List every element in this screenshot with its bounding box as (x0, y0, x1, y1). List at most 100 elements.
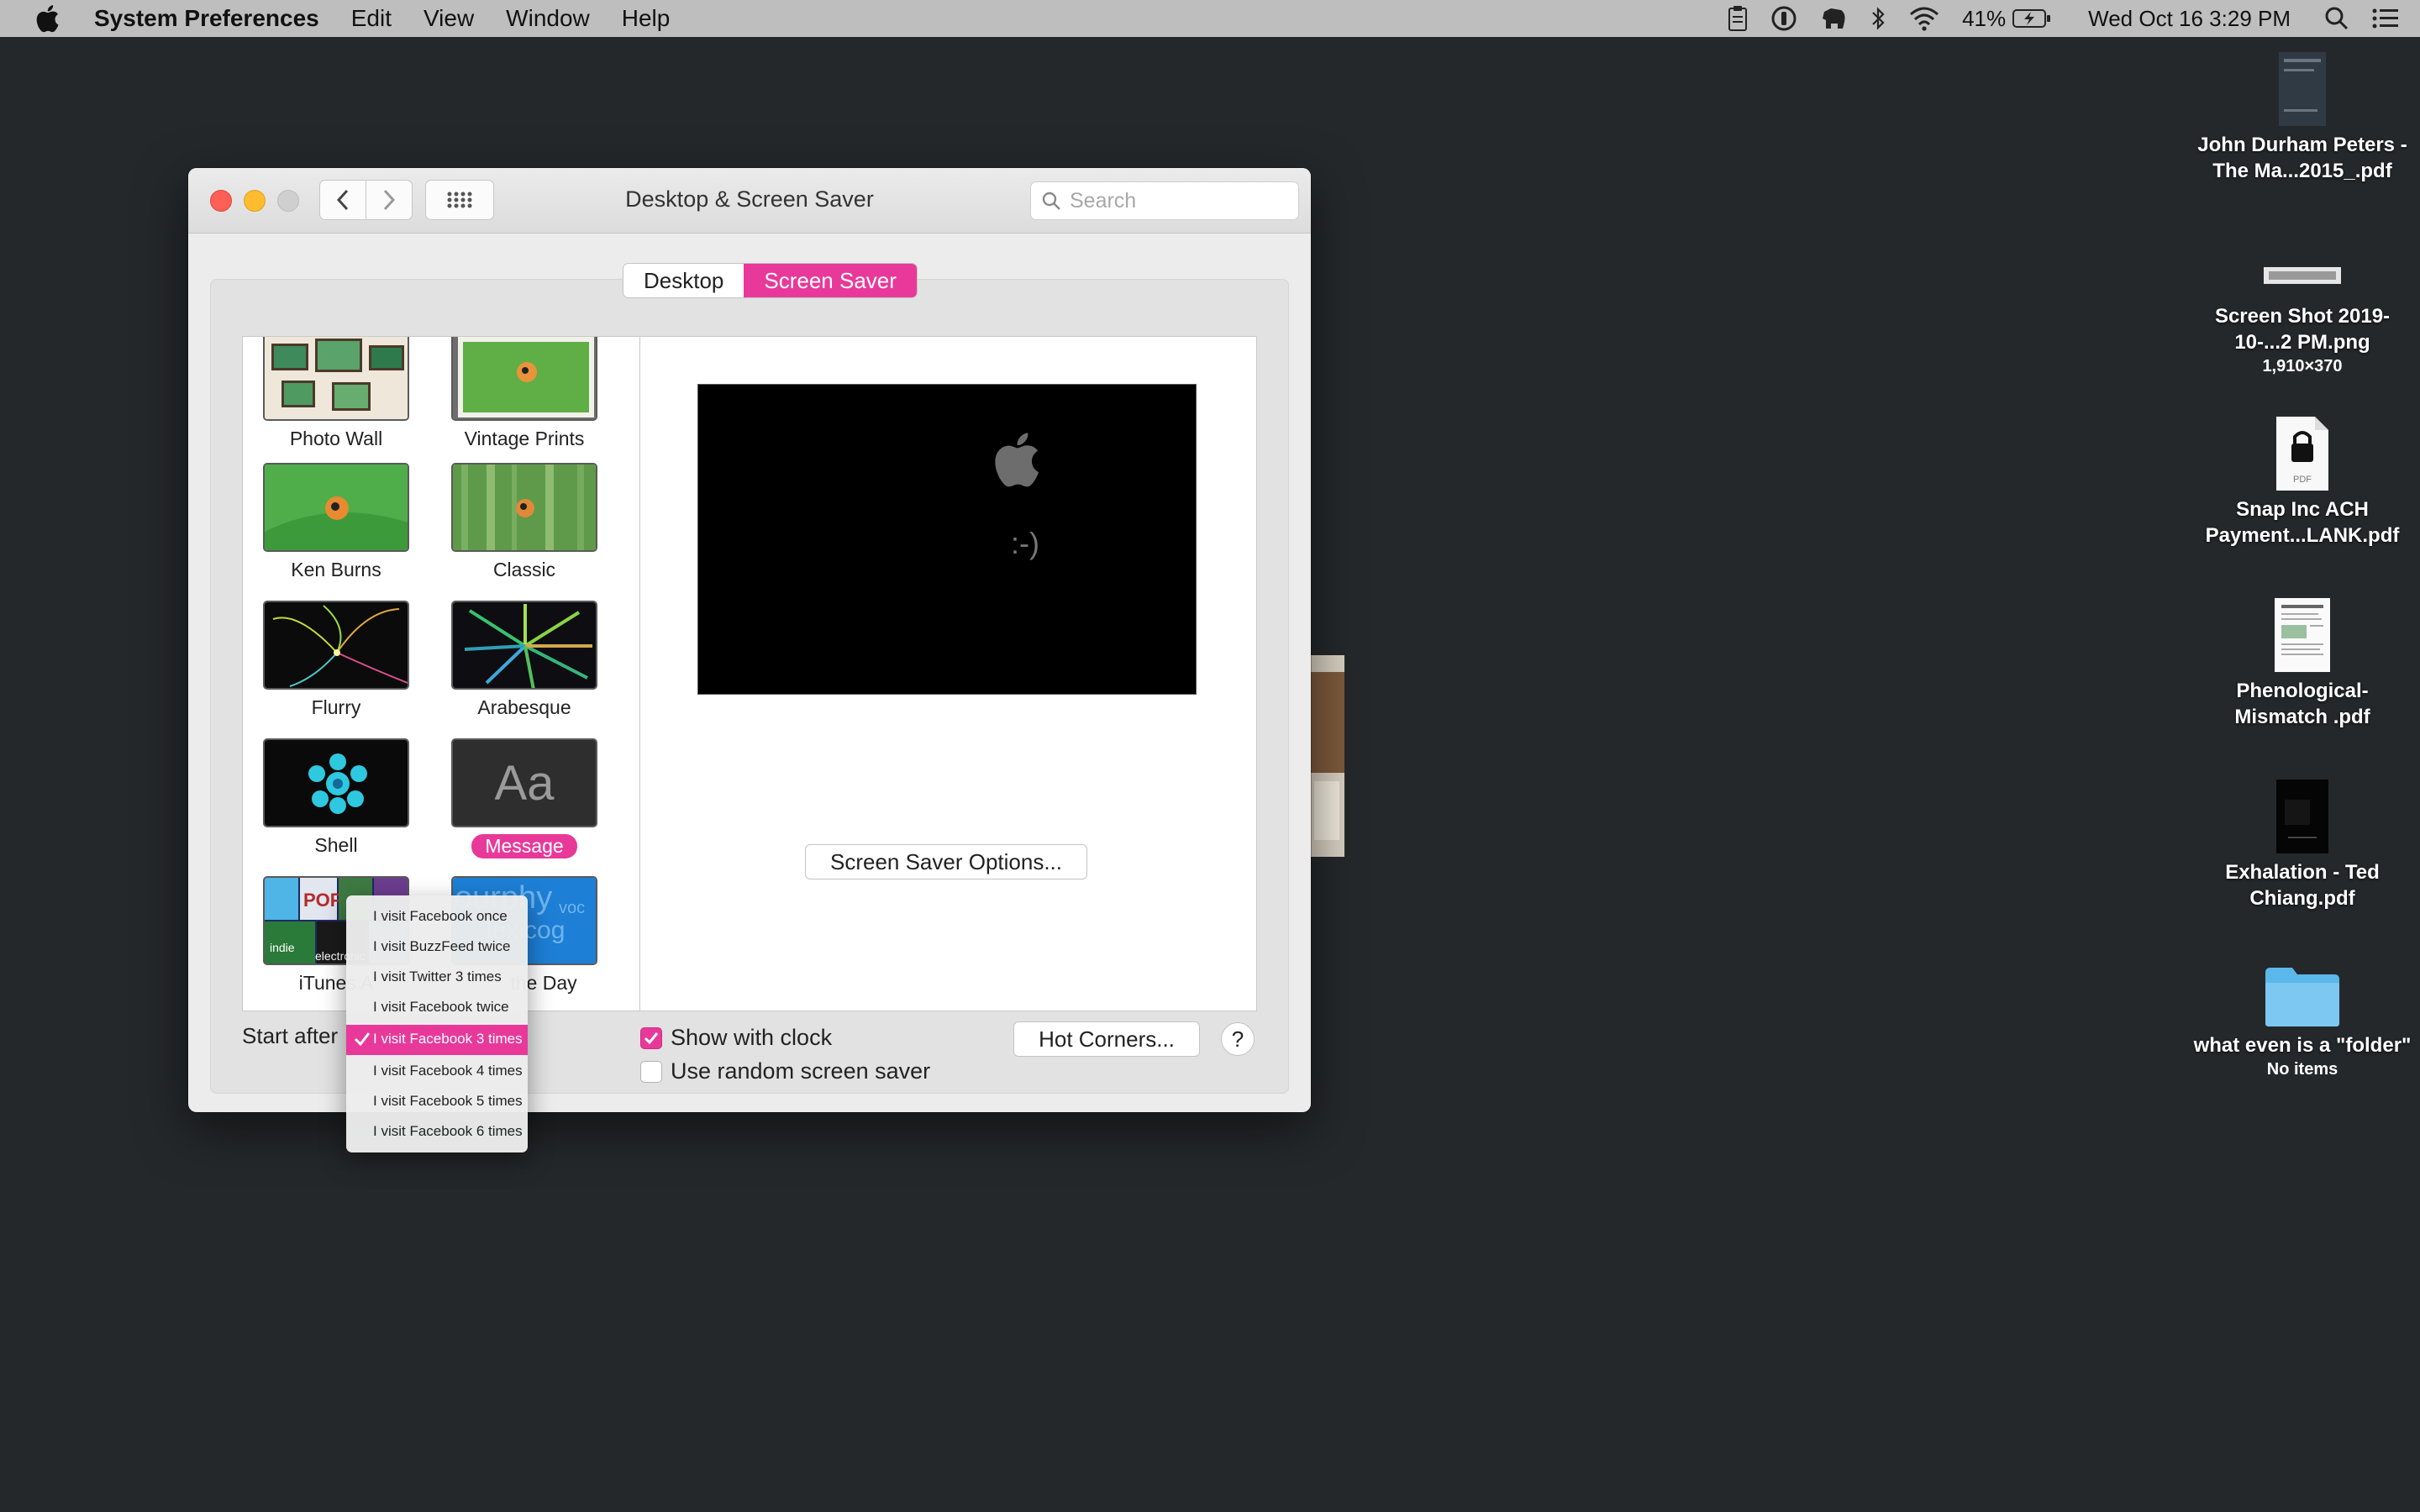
notification-center-icon[interactable] (2371, 7, 2400, 30)
folder-icon (2265, 968, 2339, 1026)
clock-datetime[interactable]: Wed Oct 16 3:29 PM (2088, 6, 2291, 32)
battery-charging-icon[interactable] (2012, 8, 2051, 29)
evernote-elephant-icon[interactable] (1819, 5, 1848, 32)
desktop-item-label: what even is a "folder" (2193, 1034, 2412, 1057)
pdf-badge-text: PDF (2293, 475, 2312, 485)
tab-desktop[interactable]: Desktop (623, 264, 744, 297)
dropdown-item[interactable]: I visit Facebook 5 times (346, 1087, 528, 1117)
spotlight-search-icon[interactable] (2324, 6, 2349, 31)
classic-thumbnail (451, 463, 597, 552)
hot-corners-button[interactable]: Hot Corners... (1013, 1021, 1200, 1057)
message-thumb-text: Aa (494, 755, 555, 811)
checkmark-icon (354, 1032, 371, 1047)
battery-percent: 41% (1962, 5, 2007, 31)
desktop-file-exhalation-pdf[interactable]: Exhalation - Ted Chiang.pdf (2193, 778, 2412, 911)
tile-label: Ken Burns (291, 559, 381, 580)
screenshot-file-icon (2264, 267, 2341, 284)
screensaver-shell[interactable]: Shell (263, 738, 409, 857)
random-screensaver-label: Use random screen saver (671, 1058, 931, 1084)
desktop-file-snap-pdf[interactable]: PDF Snap Inc ACH Payment...LANK.pdf (2193, 415, 2412, 549)
apple-logo-icon (995, 433, 1039, 487)
dropdown-item[interactable]: I visit Facebook 6 times (346, 1117, 528, 1147)
itunes-indie-text: indie (270, 941, 295, 954)
bluetooth-icon[interactable] (1870, 5, 1886, 32)
wifi-icon[interactable] (1908, 6, 1940, 31)
show-with-clock-checkbox[interactable]: Show with clock (640, 1025, 832, 1051)
photo-wall-thumbnail (263, 337, 409, 421)
desktop-file-screenshot[interactable]: Screen Shot 2019-10-...2 PM.png 1,910×37… (2193, 249, 2412, 377)
vintage-prints-thumbnail (451, 337, 597, 421)
message-thumbnail: Aa (451, 738, 597, 827)
screensaver-classic[interactable]: Classic (451, 463, 597, 581)
screensaver-flurry[interactable]: Flurry (263, 601, 409, 719)
start-after-dropdown-menu[interactable]: I visit Facebook once I visit BuzzFeed t… (346, 895, 528, 1152)
itunes-pop-text: POP (303, 890, 342, 911)
desktop-item-label: John Durham Peters - The Ma...2015_.pdf (2197, 134, 2407, 182)
preview-pane: :-) Screen Saver Options... (640, 336, 1257, 1011)
menu-bar: System Preferences Edit View Window Help… (0, 0, 2420, 37)
ken-burns-thumbnail (263, 463, 409, 552)
tile-label: Shell (314, 834, 358, 856)
dropdown-item-label: I visit BuzzFeed twice (373, 938, 511, 954)
screensaver-message[interactable]: Aa Message (451, 738, 597, 858)
menu-view[interactable]: View (424, 5, 474, 32)
help-button[interactable]: ? (1221, 1022, 1255, 1056)
dropdown-item-label: I visit Facebook 6 times (373, 1123, 523, 1139)
app-menu[interactable]: System Preferences (94, 5, 319, 32)
desktop-item-subtitle: 1,910×370 (2262, 357, 2343, 375)
dropdown-item[interactable]: I visit Facebook twice (346, 993, 528, 1023)
screensaver-ken-burns[interactable]: Ken Burns (263, 463, 409, 581)
dropdown-item[interactable]: I visit BuzzFeed twice (346, 932, 528, 963)
checkmark-icon (644, 1032, 659, 1044)
book-pdf-icon (2276, 780, 2328, 853)
tile-label: Vintage Prints (464, 428, 585, 449)
onepassword-icon[interactable] (1770, 5, 1797, 32)
clipboard-icon[interactable] (1727, 5, 1749, 32)
dropdown-item-label: I visit Facebook 4 times (373, 1063, 523, 1079)
desktop-item-subtitle: No items (2266, 1060, 2338, 1079)
desktop-item-label: Phenological-Mismatch .pdf (2234, 680, 2370, 728)
dropdown-item[interactable]: I visit Facebook 4 times (346, 1057, 528, 1087)
arabesque-thumbnail (451, 601, 597, 690)
locked-pdf-icon: PDF (2276, 417, 2328, 491)
tab-screen-saver[interactable]: Screen Saver (744, 264, 917, 297)
pdf-document-icon (2275, 598, 2330, 672)
apple-menu-icon[interactable] (32, 2, 66, 35)
dropdown-item-label: I visit Facebook 3 times (373, 1031, 523, 1047)
menu-help[interactable]: Help (622, 5, 671, 32)
desktop-file-peters-pdf[interactable]: John Durham Peters - The Ma...2015_.pdf (2193, 50, 2412, 184)
preview-message-text: :-) (1011, 526, 1039, 560)
screen-saver-options-button[interactable]: Screen Saver Options... (805, 844, 1087, 879)
flurry-thumbnail (263, 601, 409, 690)
tile-label: Arabesque (477, 696, 571, 718)
desktop-item-label: Exhalation - Ted Chiang.pdf (2225, 861, 2380, 910)
search-field[interactable]: Search (1030, 181, 1299, 220)
dropdown-item-label: I visit Twitter 3 times (373, 969, 502, 984)
title-bar[interactable]: Desktop & Screen Saver Search (188, 168, 1311, 234)
desktop-item-label: Snap Inc ACH Payment...LANK.pdf (2205, 498, 2400, 547)
checkbox-checked[interactable] (640, 1026, 662, 1049)
tile-label: Flurry (311, 696, 361, 718)
dropdown-item-label: I visit Facebook 5 times (373, 1093, 523, 1109)
show-with-clock-label: Show with clock (671, 1025, 833, 1050)
background-window-edge (1309, 655, 1344, 857)
tile-label: Photo Wall (289, 428, 383, 449)
random-screensaver-checkbox[interactable]: Use random screen saver (640, 1058, 930, 1084)
desktop-item-label: Screen Shot 2019-10-...2 PM.png (2214, 305, 2391, 354)
desktop-folder[interactable]: what even is a "folder" No items (2193, 964, 2412, 1080)
dropdown-item-selected[interactable]: I visit Facebook 3 times (346, 1025, 528, 1055)
desktop-file-phenological-pdf[interactable]: Phenological-Mismatch .pdf (2193, 596, 2412, 730)
shell-thumbnail (263, 738, 409, 827)
checkbox-unchecked[interactable] (640, 1060, 662, 1083)
word-side-text: voc (559, 899, 585, 917)
tile-label: Classic (492, 559, 556, 580)
menu-window[interactable]: Window (506, 5, 590, 32)
screensaver-photo-wall[interactable]: Photo Wall (263, 337, 409, 450)
screensaver-vintage-prints[interactable]: Vintage Prints (451, 337, 597, 450)
tab-switcher: Desktop Screen Saver (623, 263, 918, 298)
dropdown-item[interactable]: I visit Twitter 3 times (346, 963, 528, 993)
screensaver-preview: :-) (697, 384, 1197, 695)
menu-edit[interactable]: Edit (351, 5, 392, 32)
dropdown-item[interactable]: I visit Facebook once (346, 902, 528, 932)
screensaver-arabesque[interactable]: Arabesque (451, 601, 597, 719)
